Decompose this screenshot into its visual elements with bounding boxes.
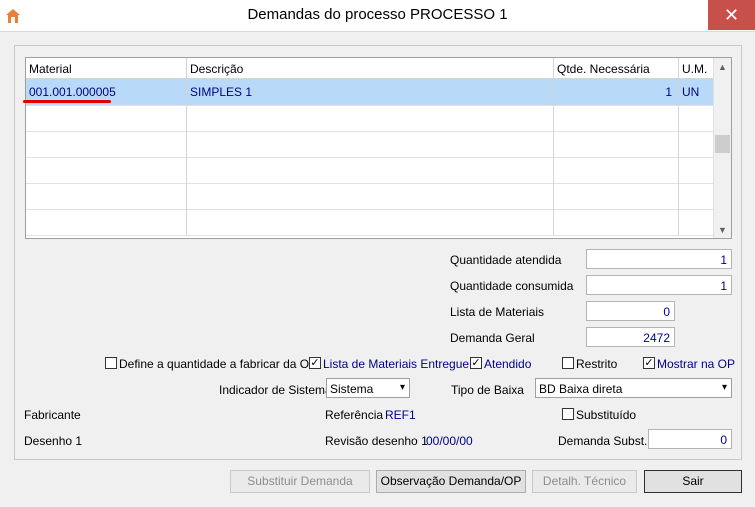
revisao-desenho-value: 00/00/00 bbox=[426, 434, 473, 448]
quantidade-atendida-label: Quantidade atendida bbox=[450, 253, 562, 267]
scroll-thumb[interactable] bbox=[715, 135, 730, 153]
sair-button[interactable]: Sair bbox=[644, 470, 742, 493]
table-row[interactable]: 001.001.000005 SIMPLES 1 1 UN bbox=[26, 79, 714, 106]
define-qtd-label[interactable]: Define a quantidade a fabricar da OP bbox=[119, 357, 317, 371]
cell-qtde[interactable]: 1 bbox=[554, 79, 679, 105]
demanda-subst-label: Demanda Subst. bbox=[558, 434, 648, 448]
detalh-tecnico-button[interactable]: Detalh. Técnico bbox=[532, 470, 637, 493]
define-qtd-checkbox[interactable] bbox=[105, 357, 117, 369]
tipo-baixa-value: BD Baixa direta bbox=[539, 382, 623, 396]
revisao-desenho-label: Revisão desenho 1 bbox=[325, 434, 428, 448]
quantidade-consumida-field[interactable]: 1 bbox=[586, 275, 732, 295]
demanda-geral-label: Demanda Geral bbox=[450, 331, 535, 345]
mostrar-op-checkbox[interactable]: ✓ bbox=[643, 357, 655, 369]
lista-materiais-field[interactable]: 0 bbox=[586, 301, 675, 321]
indicador-sistema-value: Sistema bbox=[330, 382, 374, 396]
close-icon: ✕ bbox=[723, 4, 740, 25]
restrito-checkbox[interactable] bbox=[562, 357, 574, 369]
observacao-demanda-button[interactable]: Observação Demanda/OP bbox=[376, 470, 526, 493]
column-header-um[interactable]: U.M. bbox=[679, 58, 714, 78]
lista-materiais-label: Lista de Materiais bbox=[450, 305, 545, 319]
restrito-label[interactable]: Restrito bbox=[576, 357, 617, 371]
red-annotation-underline bbox=[23, 100, 111, 103]
quantidade-consumida-label: Quantidade consumida bbox=[450, 279, 574, 293]
indicador-sistema-label: Indicador de Sistema bbox=[219, 383, 332, 397]
table-row[interactable] bbox=[26, 105, 714, 132]
close-button[interactable]: ✕ bbox=[708, 0, 755, 30]
cell-descricao[interactable]: SIMPLES 1 bbox=[187, 79, 554, 105]
scroll-down-icon[interactable]: ▼ bbox=[714, 221, 731, 238]
lista-entregue-checkbox[interactable]: ✓ bbox=[309, 357, 321, 369]
tipo-baixa-label: Tipo de Baixa bbox=[451, 383, 524, 397]
chevron-down-icon: ▾ bbox=[721, 382, 727, 393]
referencia-value: REF1 bbox=[385, 408, 416, 422]
desenho-label: Desenho 1 bbox=[24, 434, 83, 448]
substituido-checkbox[interactable] bbox=[562, 408, 574, 420]
table-row[interactable] bbox=[26, 157, 714, 184]
cell-um[interactable]: UN bbox=[679, 79, 714, 105]
table-row[interactable] bbox=[26, 131, 714, 158]
column-header-qtde[interactable]: Qtde. Necessária bbox=[554, 58, 679, 78]
table-row[interactable] bbox=[26, 183, 714, 210]
scroll-up-icon[interactable]: ▲ bbox=[714, 58, 731, 75]
atendido-label[interactable]: Atendido bbox=[484, 357, 531, 371]
column-header-material[interactable]: Material bbox=[26, 58, 187, 78]
title-bar: Demandas do processo PROCESSO 1 ✕ bbox=[0, 0, 755, 32]
column-header-descricao[interactable]: Descrição bbox=[187, 58, 554, 78]
demanda-subst-field[interactable]: 0 bbox=[648, 429, 732, 449]
atendido-checkbox[interactable]: ✓ bbox=[470, 357, 482, 369]
chevron-down-icon: ▾ bbox=[399, 382, 405, 393]
grid-header: Material Descrição Qtde. Necessária U.M. bbox=[26, 58, 714, 79]
mostrar-op-label[interactable]: Mostrar na OP bbox=[657, 357, 735, 371]
table-row[interactable] bbox=[26, 209, 714, 236]
lista-entregue-label[interactable]: Lista de Materiais Entregue bbox=[323, 357, 469, 371]
grid-scrollbar[interactable]: ▲ ▼ bbox=[713, 58, 731, 238]
window-title: Demandas do processo PROCESSO 1 bbox=[247, 6, 508, 23]
quantidade-atendida-field[interactable]: 1 bbox=[586, 249, 732, 269]
demanda-geral-field[interactable]: 2472 bbox=[586, 327, 675, 347]
indicador-sistema-select[interactable]: Sistema ▾ bbox=[326, 378, 410, 398]
materials-grid[interactable]: Material Descrição Qtde. Necessária U.M.… bbox=[25, 57, 732, 239]
fabricante-label: Fabricante bbox=[24, 408, 81, 422]
referencia-label: Referência bbox=[325, 408, 384, 422]
tipo-baixa-select[interactable]: BD Baixa direta ▾ bbox=[535, 378, 732, 398]
substituido-label[interactable]: Substituído bbox=[576, 408, 636, 422]
substituir-demanda-button[interactable]: Substituir Demanda bbox=[230, 470, 370, 493]
